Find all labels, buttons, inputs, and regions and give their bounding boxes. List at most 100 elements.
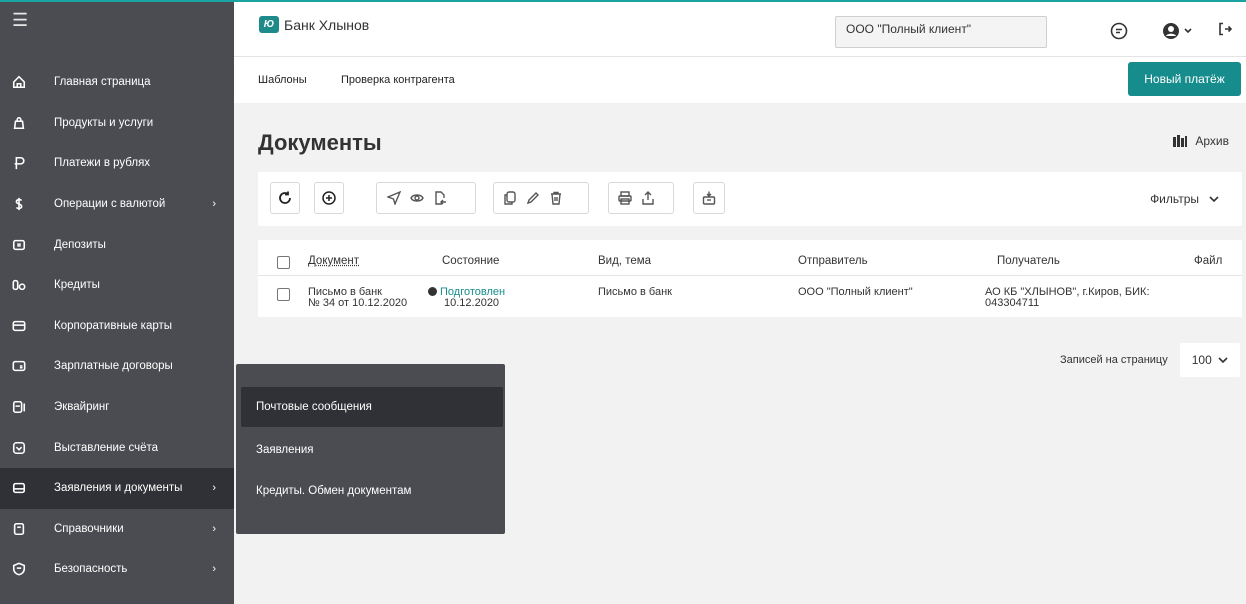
archive-link[interactable]: Архив: [1173, 134, 1229, 148]
copy-button[interactable]: [498, 183, 521, 213]
add-circle-icon: [322, 191, 336, 205]
top-bar: Ю Банк Хлынов ООО "Полный клиент": [234, 0, 1246, 57]
column-type: Вид, тема: [598, 255, 652, 267]
table-header: Документ Состояние Вид, тема Отправитель…: [258, 240, 1242, 276]
sidebar-item-ruble-payments[interactable]: Платежи в рублях: [0, 143, 234, 184]
sidebar-item-label: Корпоративные карты: [54, 319, 173, 332]
status-icon: [428, 287, 437, 296]
bank-logo[interactable]: Ю Банк Хлынов: [259, 16, 369, 33]
status-date: 10.12.2020: [444, 297, 500, 309]
card-icon: [10, 317, 28, 335]
refresh-button[interactable]: [271, 183, 299, 213]
archive-box-icon: [702, 191, 715, 205]
dollar-icon: [10, 195, 28, 213]
sidebar-item-label: Главная страница: [54, 76, 151, 89]
document-return-icon: [434, 191, 446, 205]
pencil-icon: [526, 192, 539, 205]
toolbar-group-edit: [493, 182, 589, 214]
sidebar-header: ☰: [0, 0, 234, 37]
sidebar-item-invoice[interactable]: Выставление счёта: [0, 427, 234, 468]
document-sender: ООО "Полный клиент": [798, 286, 913, 298]
filters-toggle[interactable]: Фильтры: [1150, 192, 1219, 206]
document-number: № 34 от 10.12.2020: [308, 297, 408, 309]
sidebar-item-label: Эквайринг: [54, 401, 110, 414]
column-document[interactable]: Документ: [308, 255, 359, 267]
sidebar-item-acquiring[interactable]: Эквайринг: [0, 387, 234, 428]
sidebar-item-label: Платежи в рублях: [54, 157, 151, 170]
bag-icon: [10, 114, 28, 132]
delete-button[interactable]: [544, 183, 567, 213]
sidebar-item-label: Кредиты: [54, 279, 100, 292]
export-button[interactable]: [636, 183, 659, 213]
submenu-item-credit-documents[interactable]: Кредиты. Обмен документам: [241, 471, 503, 511]
sub-navigation: Шаблоны Проверка контрагента Новый платё…: [234, 57, 1246, 103]
copy-icon: [503, 191, 516, 205]
book-icon: [10, 520, 28, 538]
upload-icon: [641, 191, 654, 205]
home-icon: [10, 73, 28, 91]
sidebar-item-security[interactable]: Безопасность ›: [0, 549, 234, 590]
sidebar-item-references[interactable]: Справочники ›: [0, 509, 234, 550]
sidebar-item-credits[interactable]: Кредиты: [0, 265, 234, 306]
chevron-down-icon: [1209, 196, 1219, 202]
salary-icon: [10, 357, 28, 375]
invoice-icon: [10, 439, 28, 457]
ruble-icon: [10, 154, 28, 172]
page-title: Документы: [258, 130, 382, 155]
row-checkbox[interactable]: [277, 288, 290, 301]
records-per-page: Записей на страницу 100: [1060, 343, 1240, 377]
sidebar-item-products[interactable]: Продукты и услуги: [0, 103, 234, 144]
sidebar-item-salary[interactable]: Зарплатные договоры: [0, 346, 234, 387]
archive-icon: [1173, 135, 1188, 147]
chevron-right-icon: ›: [212, 482, 216, 495]
templates-link[interactable]: Шаблоны: [258, 74, 307, 86]
counterparty-check-link[interactable]: Проверка контрагента: [341, 74, 455, 86]
folder-icon: [10, 479, 28, 497]
recipient-line2: 043304711: [985, 297, 1040, 309]
new-payment-button[interactable]: Новый платёж: [1128, 62, 1241, 96]
sidebar-item-label: Депозиты: [54, 238, 106, 251]
sidebar-item-label: Безопасность: [54, 563, 128, 576]
edit-button[interactable]: [521, 183, 544, 213]
acquiring-icon: [10, 398, 28, 416]
sidebar-item-documents[interactable]: Заявления и документы ›: [0, 467, 234, 509]
chevron-right-icon: ›: [212, 198, 216, 211]
user-icon: [1163, 23, 1179, 39]
sidebar-item-currency[interactable]: Операции с валютой ›: [0, 184, 234, 225]
chevron-down-icon: [1184, 28, 1192, 34]
toolbar-group-refresh: [270, 182, 300, 214]
submenu-item-applications[interactable]: Заявления: [241, 430, 503, 470]
toolbar-group-archive: [693, 182, 725, 214]
column-status: Состояние: [442, 255, 500, 267]
submenu-item-mail[interactable]: Почтовые сообщения: [241, 387, 503, 427]
print-button[interactable]: [613, 183, 636, 213]
view-button[interactable]: [405, 183, 428, 213]
select-all-checkbox[interactable]: [277, 256, 290, 269]
user-menu[interactable]: [1162, 22, 1192, 40]
recall-button[interactable]: [428, 183, 451, 213]
sidebar-item-label: Справочники: [54, 522, 124, 535]
move-to-archive-button[interactable]: [697, 183, 720, 213]
client-selector[interactable]: ООО "Полный клиент": [835, 16, 1047, 48]
trash-icon: [550, 191, 561, 205]
records-per-page-label: Записей на страницу: [1060, 354, 1168, 366]
add-button[interactable]: [315, 183, 343, 213]
sidebar-item-corporate-cards[interactable]: Корпоративные карты: [0, 306, 234, 347]
archive-label: Архив: [1195, 134, 1229, 148]
logout-icon[interactable]: [1218, 22, 1232, 36]
sidebar-item-label: Выставление счёта: [54, 441, 159, 454]
chat-icon[interactable]: [1110, 22, 1128, 40]
records-per-page-select[interactable]: 100: [1179, 343, 1240, 377]
filters-label: Фильтры: [1150, 192, 1199, 206]
sidebar-item-home[interactable]: Главная страница: [0, 62, 234, 103]
sidebar-item-label: Продукты и услуги: [54, 116, 154, 129]
records-per-page-value: 100: [1191, 353, 1212, 367]
menu-icon[interactable]: ☰: [12, 11, 28, 29]
documents-table: Документ Состояние Вид, тема Отправитель…: [258, 240, 1242, 317]
sidebar-item-deposits[interactable]: Депозиты: [0, 224, 234, 265]
eye-icon: [409, 194, 424, 202]
documents-submenu: Почтовые сообщения Заявления Кредиты. Об…: [236, 364, 505, 534]
toolbar-group-send: [376, 182, 476, 214]
send-button[interactable]: [382, 183, 405, 213]
document-type: Письмо в банк: [598, 286, 672, 298]
